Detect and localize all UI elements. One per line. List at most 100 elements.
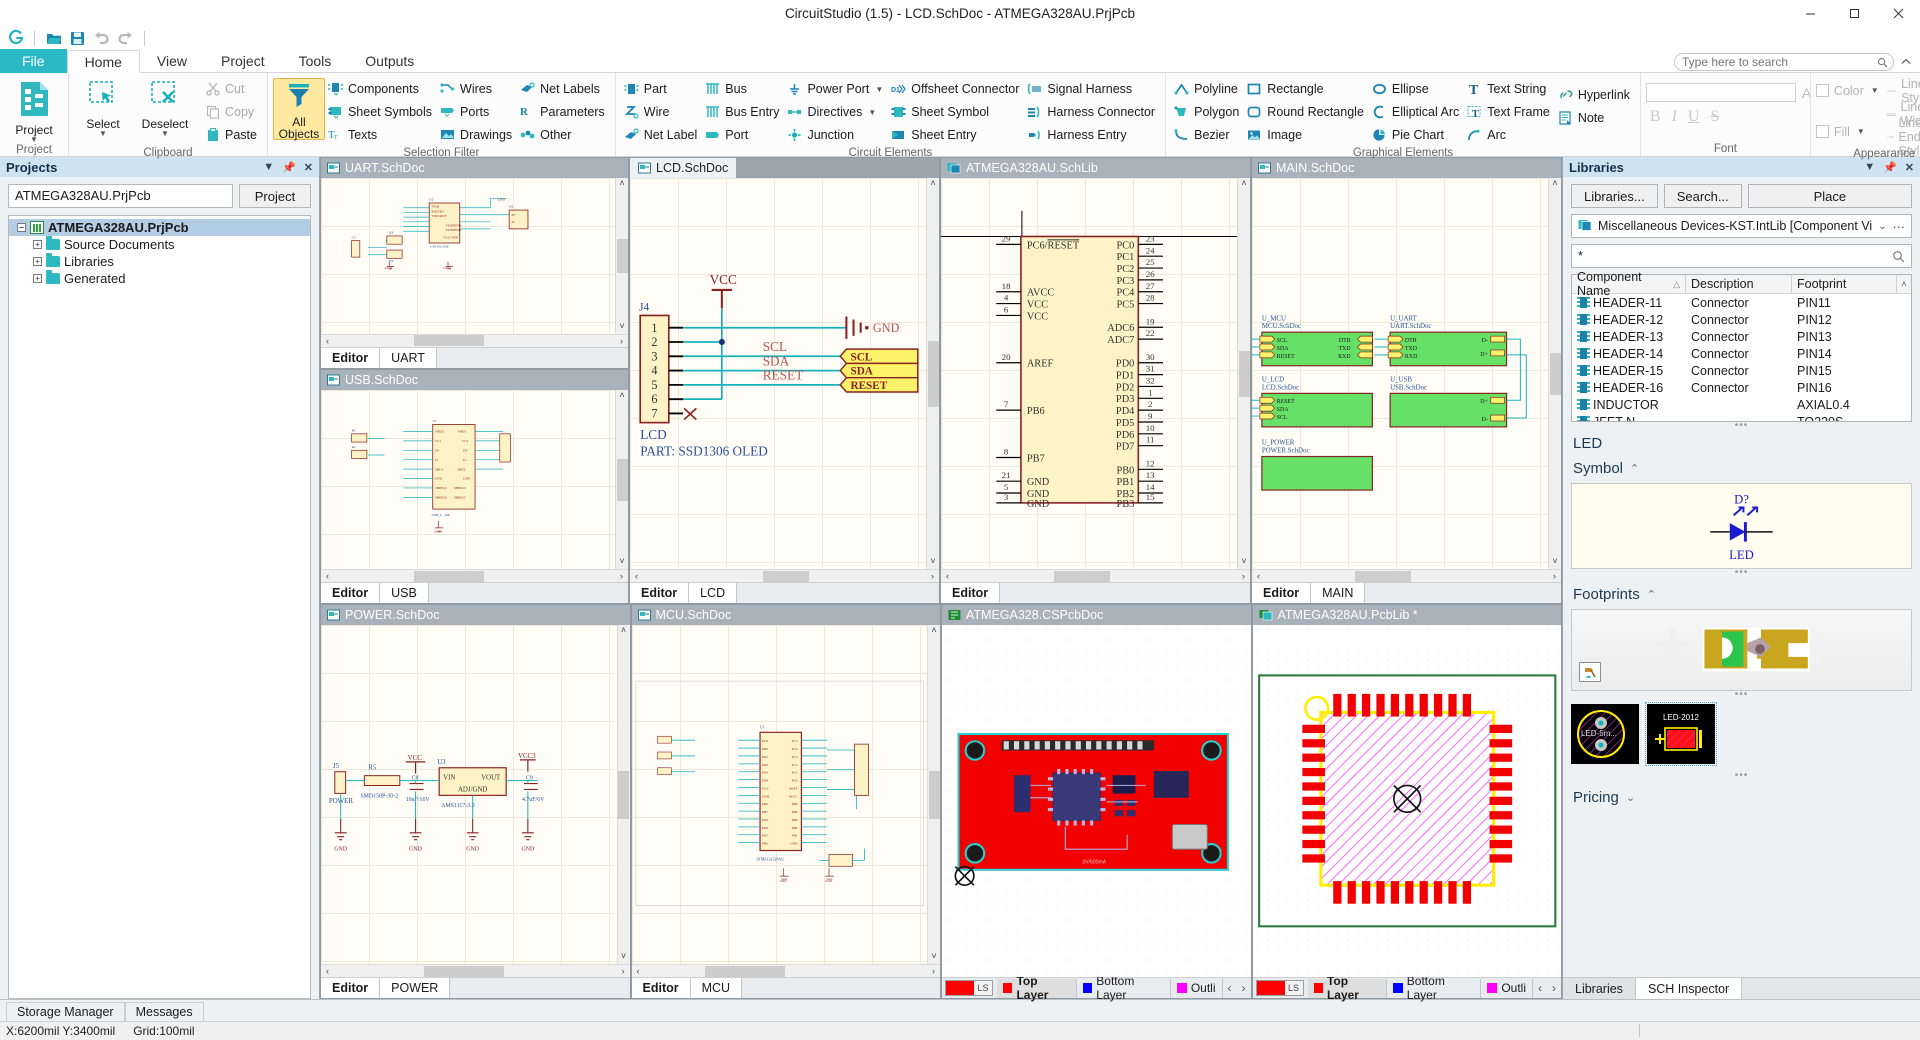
place-wire-button[interactable]: Wire xyxy=(621,101,703,123)
tab-editor[interactable]: Editor xyxy=(941,583,1001,604)
collapse-toggle-icon[interactable]: − xyxy=(17,223,26,232)
chevron-down-icon[interactable]: ⌄ xyxy=(1878,221,1886,232)
scroll-left-icon[interactable]: ‹ xyxy=(1252,571,1265,581)
layer-tab-top[interactable]: Top Layer xyxy=(1307,974,1388,1002)
tab-lcd[interactable]: LCD xyxy=(689,583,738,604)
place-button[interactable]: Place xyxy=(1747,184,1912,208)
pin-icon[interactable]: 📌 xyxy=(282,161,296,174)
place-arc-button[interactable]: Arc xyxy=(1464,124,1555,146)
horizontal-scrollbar-usb[interactable]: ‹ › xyxy=(321,569,628,583)
filter-drawings-button[interactable]: Drawings xyxy=(437,124,517,146)
tab-mcu[interactable]: MCU xyxy=(690,978,743,998)
scroll-thumb[interactable] xyxy=(1238,350,1250,397)
filter-other-button[interactable]: Other xyxy=(517,124,610,146)
ribbon-tab-outputs[interactable]: Outputs xyxy=(348,50,431,73)
save-icon[interactable] xyxy=(68,29,87,48)
filter-wires-button[interactable]: Wires xyxy=(437,78,517,100)
scroll-down-icon[interactable]: ˅ xyxy=(621,951,626,964)
chevron-down-icon[interactable]: ▼ xyxy=(868,108,876,117)
project-menu-button[interactable]: Project xyxy=(239,184,311,208)
pricing-section-header[interactable]: Pricing ⌄ xyxy=(1563,781,1920,810)
column-footprint[interactable]: Footprint xyxy=(1792,275,1897,293)
scroll-right-icon[interactable]: › xyxy=(617,966,630,976)
library-selector[interactable]: Miscellaneous Devices-KST.IntLib [Compon… xyxy=(1571,214,1912,238)
chevron-down-icon[interactable]: ▼ xyxy=(263,161,274,173)
close-icon[interactable]: ✕ xyxy=(1905,161,1914,174)
horizontal-scrollbar-uart[interactable]: ‹ › xyxy=(321,333,628,347)
place-harness-connector-button[interactable]: Harness Connector xyxy=(1024,101,1160,123)
document-window-pcblib[interactable]: ATMEGA328AU.PcbLib * LS Top Layer Bottom… xyxy=(1251,604,1562,1002)
vertical-scrollbar[interactable]: ˄ ˅ xyxy=(615,178,628,334)
scroll-up-icon[interactable]: ˄ xyxy=(619,178,624,191)
layer-tab-outline[interactable]: Outli xyxy=(1481,978,1533,998)
vertical-scrollbar[interactable]: ˄ ˅ xyxy=(615,389,628,570)
place-sheet-symbol-button[interactable]: Sheet Symbol xyxy=(888,101,1024,123)
vertical-scrollbar[interactable]: ˄ ˅ xyxy=(927,625,940,964)
schematic-canvas-main[interactable]: U_MCU MCU.SchDoc SCL SDA RESET DTR TXD R… xyxy=(1252,178,1548,570)
vertical-scrollbar[interactable]: ˄ ˅ xyxy=(1548,178,1561,570)
footprint-thumbnail-smd[interactable]: LED-2012 xyxy=(1645,702,1717,766)
deselect-button[interactable]: Deselect ▼ xyxy=(132,78,198,138)
layer-color-cell[interactable]: LS xyxy=(945,980,993,996)
panel-tab-libraries[interactable]: Libraries xyxy=(1563,978,1636,999)
table-row[interactable]: HEADER-15 Connector PIN15 xyxy=(1572,362,1911,379)
schematic-canvas-lcd[interactable]: VCC J4 123 456 7 GND SCL SDA RESET SCL S… xyxy=(630,178,926,570)
place-polygon-button[interactable]: Polygon xyxy=(1171,101,1244,123)
scroll-thumb[interactable] xyxy=(927,340,939,407)
splitter-handle[interactable]: ••• xyxy=(1563,568,1920,578)
scroll-down-icon[interactable]: ˅ xyxy=(619,321,624,334)
open-icon[interactable] xyxy=(44,29,63,48)
document-window-schlib[interactable]: ATMEGA328AU.SchLib 29 18 4 6 20 7 8 21 5… xyxy=(940,157,1251,605)
document-window-power[interactable]: POWER.SchDoc J5 POWER R5 SMD150P-30-2 U3… xyxy=(320,604,631,999)
document-window-usb[interactable]: USB.SchDoc VBUS CC1 D+ D- SBU1 GND SHIEL… xyxy=(320,368,629,605)
document-window-pcb[interactable]: ATMEGA328.CSPcbDoc 3V/600mA LS Top Layer… xyxy=(941,604,1252,1002)
filter-ports-button[interactable]: Ports xyxy=(437,101,517,123)
tree-item-libraries[interactable]: + Libraries xyxy=(9,253,310,270)
layer-tab-bottom[interactable]: Bottom Layer xyxy=(1387,974,1482,1002)
place-text-frame-button[interactable]: T Text Frame xyxy=(1464,101,1555,123)
scroll-up-icon[interactable]: ˄ xyxy=(1897,275,1911,293)
table-row[interactable]: HEADER-11 Connector PIN11 xyxy=(1572,294,1911,311)
schematic-canvas-schlib[interactable]: 29 18 4 6 20 7 8 21 5 3 PC6/RESET AVCC VCC VCC AR… xyxy=(941,178,1237,570)
document-window-main[interactable]: MAIN.SchDoc U_MCU MCU.SchDoc SCL SDA RES… xyxy=(1251,157,1562,605)
column-component-name[interactable]: Component Name △ xyxy=(1572,270,1686,298)
app-logo-icon[interactable] xyxy=(6,29,25,48)
scroll-thumb[interactable] xyxy=(928,770,940,819)
schematic-canvas-mcu[interactable]: PC6 PD0 PD1 PD2 PD3 PD4 VCC GND PB6 PB7 PD5 PD6 P… xyxy=(631,625,927,964)
place-harness-entry-button[interactable]: Harness Entry xyxy=(1024,124,1160,146)
table-row[interactable]: HEADER-14 Connector PIN14 xyxy=(1572,345,1911,362)
cut-button[interactable]: Cut xyxy=(202,78,262,100)
more-options-icon[interactable]: ⋯ xyxy=(1893,219,1906,234)
tab-main[interactable]: MAIN xyxy=(1311,583,1366,604)
chevron-down-icon[interactable]: ▼ xyxy=(161,130,169,138)
chevron-down-icon[interactable]: ▼ xyxy=(1871,86,1879,95)
strikethrough-button[interactable]: S xyxy=(1710,108,1719,126)
scroll-right-icon[interactable]: › xyxy=(927,966,940,976)
paste-button[interactable]: Paste xyxy=(202,124,262,146)
scroll-thumb[interactable] xyxy=(618,770,629,819)
expand-toggle-icon[interactable]: + xyxy=(33,240,42,249)
splitter-handle[interactable]: ••• xyxy=(1563,690,1920,700)
filter-texts-button[interactable]: Tᴛ Texts xyxy=(325,124,437,146)
copy-button[interactable]: Copy xyxy=(202,101,262,123)
layer-scroll-left-icon[interactable]: ‹ xyxy=(1533,981,1547,995)
filter-parameters-button[interactable]: R Parameters xyxy=(517,101,610,123)
select-button[interactable]: Select ▼ xyxy=(74,78,132,138)
place-rectangle-button[interactable]: Rectangle xyxy=(1244,78,1369,100)
layer-tab-bottom[interactable]: Bottom Layer xyxy=(1077,974,1171,1002)
ribbon-search-box[interactable] xyxy=(1674,53,1894,71)
layer-tab-outline[interactable]: Outli xyxy=(1171,978,1223,998)
chevron-down-icon[interactable]: ▼ xyxy=(1857,127,1865,136)
close-icon[interactable]: ✕ xyxy=(304,161,313,174)
ribbon-tab-tools[interactable]: Tools xyxy=(282,50,349,73)
place-round-rectangle-button[interactable]: Round Rectangle xyxy=(1244,101,1369,123)
layer-scroll-right-icon[interactable]: › xyxy=(1547,981,1561,995)
place-image-button[interactable]: Image xyxy=(1244,124,1369,146)
layer-scroll-right-icon[interactable]: › xyxy=(1237,981,1251,995)
document-window-uart[interactable]: UART.SchDoc VDD RXD/IN TXD/OUT SUSPEND S… xyxy=(320,157,629,369)
scroll-up-icon[interactable]: ˄ xyxy=(1241,178,1246,191)
scroll-thumb[interactable] xyxy=(424,965,504,977)
place-hyperlink-button[interactable]: Hyperlink xyxy=(1555,84,1635,106)
scroll-up-icon[interactable]: ˄ xyxy=(621,625,626,638)
scroll-down-icon[interactable]: ˅ xyxy=(1241,556,1246,569)
